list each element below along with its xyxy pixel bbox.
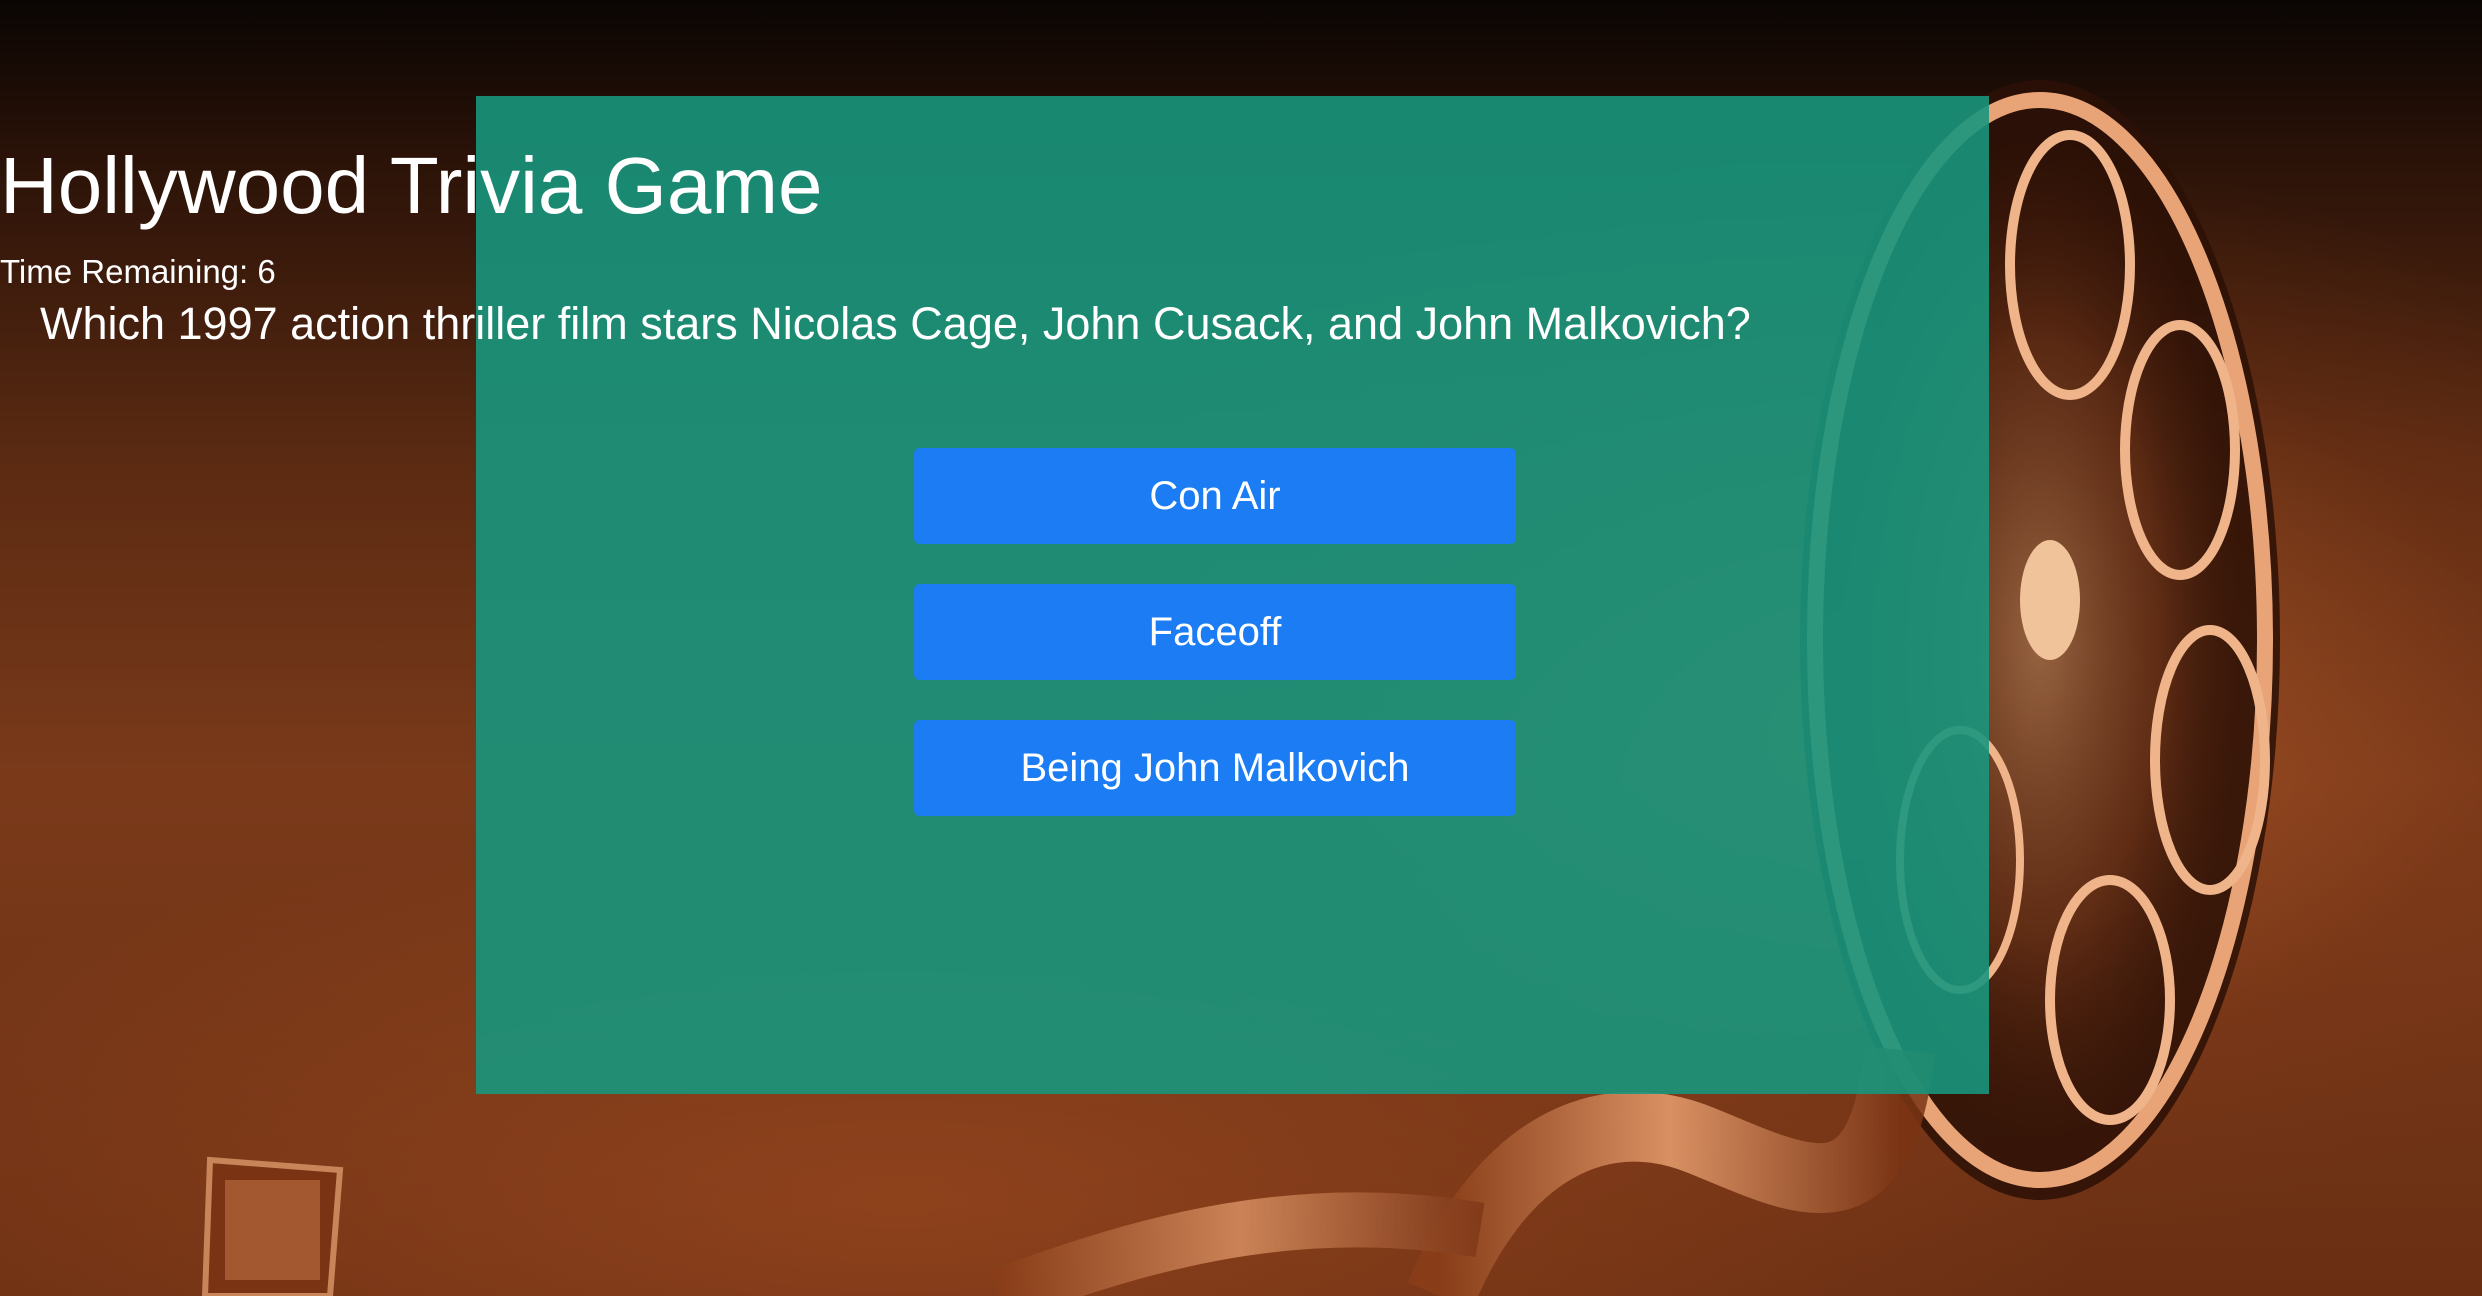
answer-list: Con Air Faceoff Being John Malkovich [914,448,1516,856]
answer-button-con-air[interactable]: Con Air [914,448,1516,544]
answer-button-faceoff[interactable]: Faceoff [914,584,1516,680]
question-text: Which 1997 action thriller film stars Ni… [40,298,1751,349]
time-remaining: Time Remaining: 6 [0,253,276,290]
answer-button-being-john-malkovich[interactable]: Being John Malkovich [914,720,1516,816]
game-title: Hollywood Trivia Game [0,141,823,230]
